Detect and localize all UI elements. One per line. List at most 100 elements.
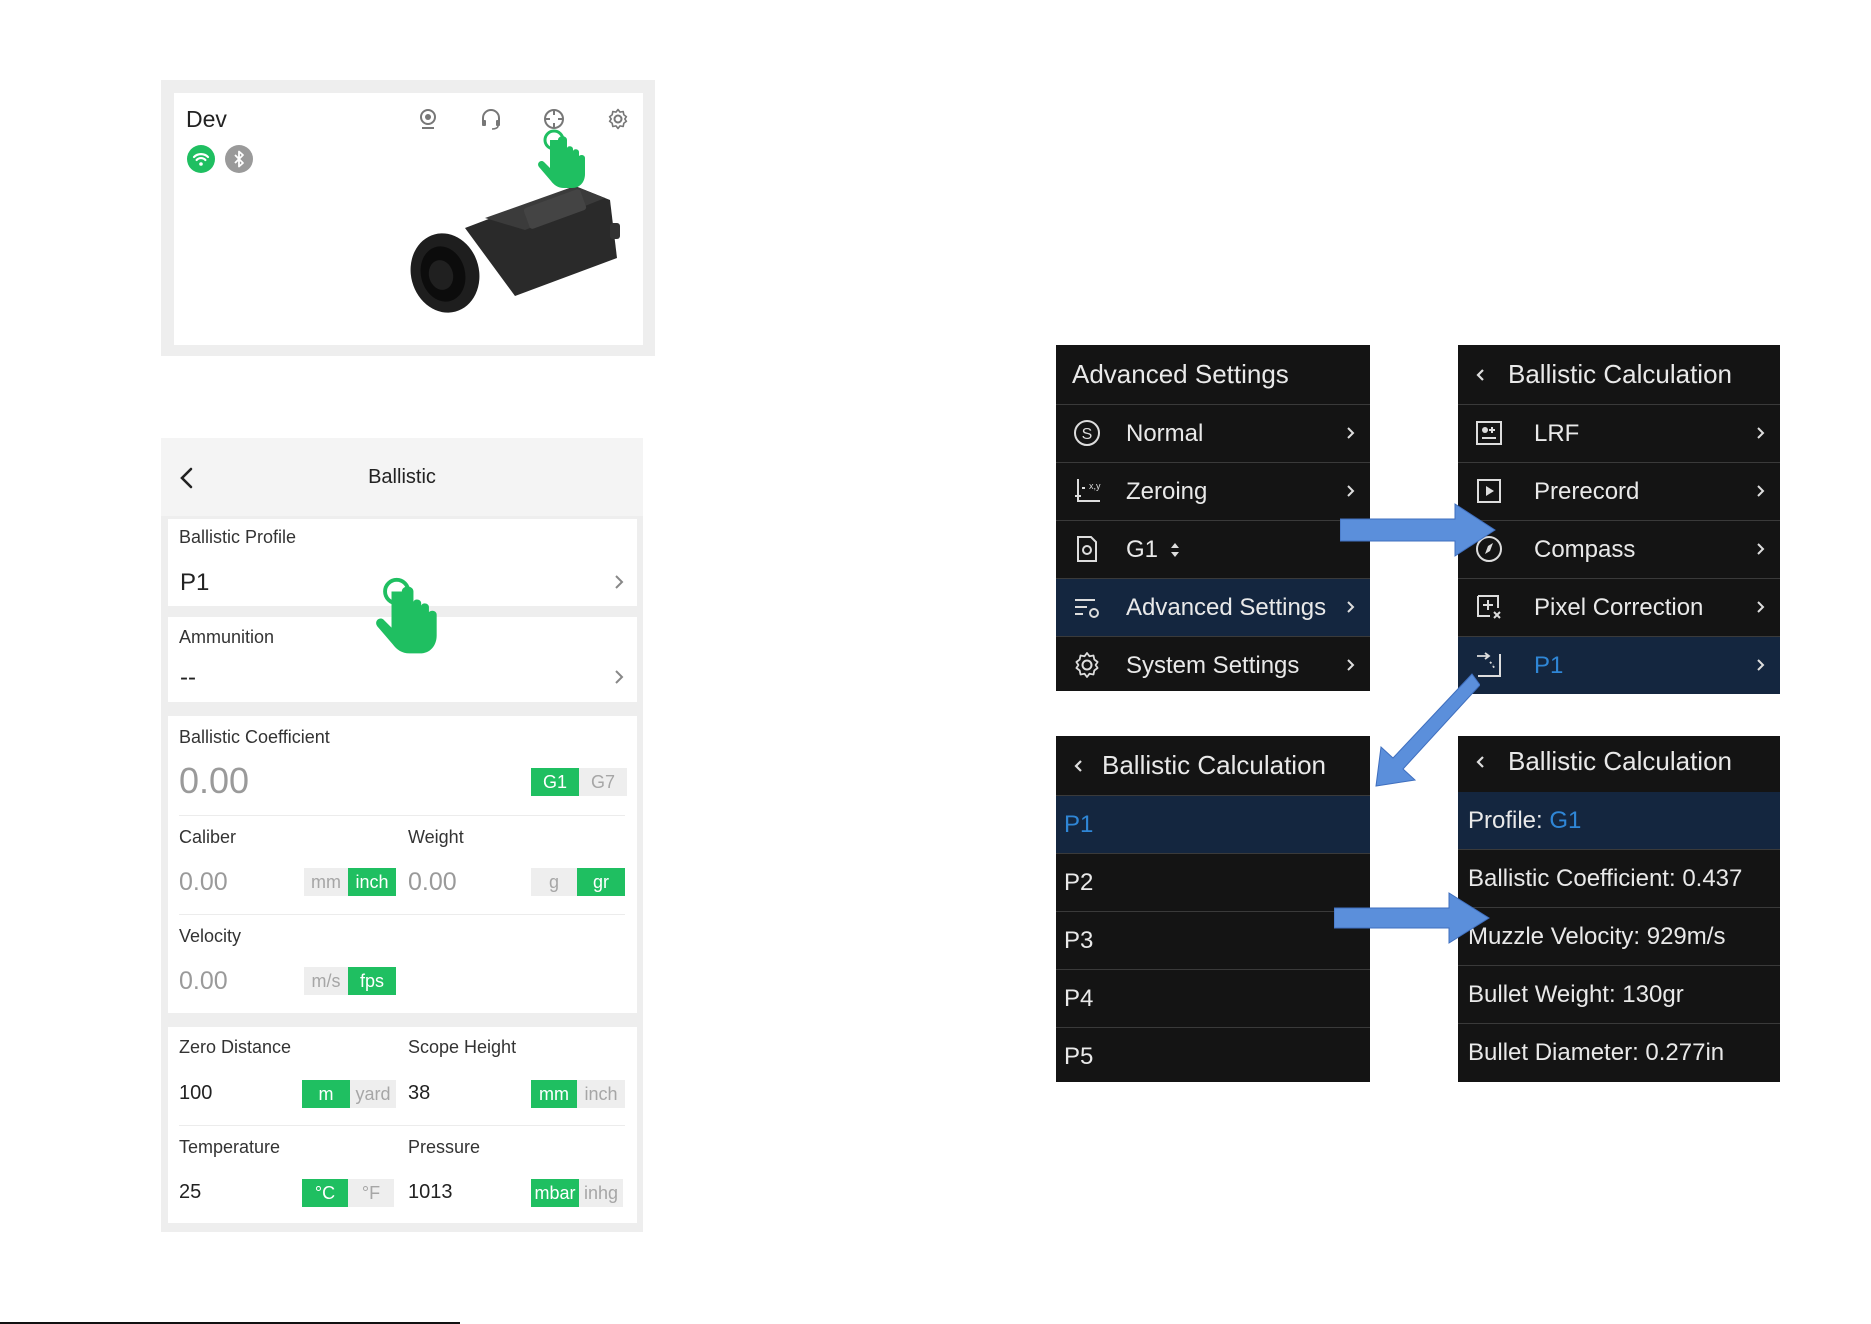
velocity-unit-toggle[interactable]: m/s fps [304, 967, 396, 995]
unit-g[interactable]: g [531, 868, 577, 896]
unit-m[interactable]: m [302, 1080, 350, 1108]
detail-row-weight[interactable]: Bullet Weight: 130gr [1458, 966, 1780, 1024]
menu-item-label: System Settings [1126, 652, 1300, 679]
temperature-unit-toggle[interactable]: °C °F [302, 1179, 394, 1207]
profile-label: P1 [1064, 811, 1094, 838]
unit-g7[interactable]: G7 [579, 768, 627, 796]
detail-line: Bullet Weight: 130gr [1468, 981, 1684, 1008]
file-gear-icon [1072, 534, 1102, 564]
menu-item-g1[interactable]: G1 [1056, 521, 1370, 579]
menu-item-normal[interactable]: S Normal [1056, 405, 1370, 463]
unit-inch[interactable]: inch [348, 868, 396, 896]
caliber-unit-toggle[interactable]: mm inch [304, 868, 396, 896]
velocity-value[interactable]: 0.00 [179, 967, 228, 996]
screen-title: Ballistic Calculation [1102, 750, 1326, 780]
back-chevron-icon[interactable] [1074, 758, 1084, 774]
menu-item-lrf[interactable]: LRF [1458, 405, 1780, 463]
menu-item-label: Zeroing [1126, 478, 1208, 505]
camera-icon[interactable] [416, 107, 440, 131]
screen-title: Ballistic Calculation [1508, 359, 1732, 389]
back-chevron-icon[interactable] [1476, 367, 1486, 383]
pixel-correction-icon [1474, 592, 1504, 622]
headset-icon[interactable] [479, 107, 503, 131]
unit-g1[interactable]: G1 [531, 768, 579, 796]
chevron-right-icon [1346, 656, 1356, 674]
menu-item-label: Pixel Correction [1534, 594, 1704, 621]
chevron-right-icon [1346, 482, 1356, 500]
unit-fahrenheit[interactable]: °F [348, 1179, 394, 1207]
menu-item-pixel-correction[interactable]: Pixel Correction [1458, 579, 1780, 637]
scope-height-value[interactable]: 38 [408, 1082, 430, 1105]
unit-mps[interactable]: m/s [304, 967, 348, 995]
scope-height-label: Scope Height [408, 1037, 517, 1057]
screen-header: Ballistic Calculation [1458, 736, 1780, 796]
menu-item-compass[interactable]: Compass [1458, 521, 1780, 579]
zero-distance-value[interactable]: 100 [179, 1082, 212, 1105]
screen-profiles: Ballistic Calculation P1 P2 P3 P4 P5 [1056, 736, 1370, 1082]
zero-unit-toggle[interactable]: m yard [302, 1080, 396, 1108]
s-circle-icon: S [1072, 418, 1102, 448]
caliber-label: Caliber [179, 827, 237, 847]
profile-prefix: Profile: [1468, 807, 1550, 834]
profile-item-p1[interactable]: P1 [1056, 796, 1370, 854]
unit-fps[interactable]: fps [348, 967, 396, 995]
profile-label: P5 [1064, 1043, 1094, 1070]
chevron-right-icon [1756, 482, 1766, 500]
profile-label: P3 [1064, 927, 1094, 954]
chevron-right-icon [1346, 598, 1356, 616]
detail-row-diameter[interactable]: Bullet Diameter: 0.277in [1458, 1024, 1780, 1081]
sliders-gear-icon [1072, 592, 1102, 622]
menu-item-zeroing[interactable]: x,y Zeroing [1056, 463, 1370, 521]
ammunition-value: -- [180, 664, 196, 691]
profile-item-p4[interactable]: P4 [1056, 970, 1370, 1028]
detail-line: Muzzle Velocity: 929m/s [1468, 923, 1726, 950]
profile-item-p3[interactable]: P3 [1056, 912, 1370, 970]
menu-item-label: LRF [1534, 420, 1580, 447]
detail-row-bc[interactable]: Ballistic Coefficient: 0.437 [1458, 850, 1780, 908]
screen-ballistic-menu: Ballistic Calculation LRF Prerecord Comp… [1458, 345, 1780, 694]
page-title: Ballistic [368, 466, 436, 488]
unit-inhg[interactable]: inhg [579, 1179, 623, 1207]
unit-gr[interactable]: gr [577, 868, 625, 896]
flow-arrow-diagonal [1375, 673, 1480, 787]
unit-mm[interactable]: mm [531, 1080, 577, 1108]
scope-unit-toggle[interactable]: mm inch [531, 1080, 625, 1108]
unit-yard[interactable]: yard [350, 1080, 396, 1108]
bc-value[interactable]: 0.00 [179, 760, 249, 802]
unit-celsius[interactable]: °C [302, 1179, 348, 1207]
ammunition-label: Ammunition [179, 627, 275, 647]
unit-mbar[interactable]: mbar [531, 1179, 579, 1207]
gear-icon[interactable] [606, 107, 630, 131]
menu-item-label: Advanced Settings [1126, 594, 1327, 621]
profile-label: P4 [1064, 985, 1094, 1012]
detail-row-velocity[interactable]: Muzzle Velocity: 929m/s [1458, 908, 1780, 966]
detail-profile-row[interactable]: Profile: G1 [1458, 792, 1780, 850]
rangefinder-icon [1474, 418, 1504, 448]
weight-value[interactable]: 0.00 [408, 868, 457, 897]
caliber-value[interactable]: 0.00 [179, 868, 228, 897]
tap-hand-icon [536, 128, 588, 190]
velocity-label: Velocity [179, 926, 242, 946]
pressure-label: Pressure [408, 1137, 481, 1157]
profile-item-p5[interactable]: P5 [1056, 1028, 1370, 1085]
weight-unit-toggle[interactable]: g gr [531, 868, 625, 896]
bc-label: Ballistic Coefficient [179, 727, 330, 747]
flow-arrow-right-bottom [1334, 892, 1490, 944]
pressure-value[interactable]: 1013 [408, 1181, 453, 1204]
menu-item-p1[interactable]: P1 [1458, 637, 1780, 694]
temperature-value[interactable]: 25 [179, 1181, 201, 1204]
unit-mm[interactable]: mm [304, 868, 348, 896]
profile-item-p2[interactable]: P2 [1056, 854, 1370, 912]
menu-item-label: Compass [1534, 536, 1636, 563]
bc-unit-toggle[interactable]: G1 G7 [531, 768, 627, 796]
pressure-unit-toggle[interactable]: mbar inhg [531, 1179, 623, 1207]
menu-item-prerecord[interactable]: Prerecord [1458, 463, 1780, 521]
menu-item-advanced-settings[interactable]: Advanced Settings [1056, 579, 1370, 637]
screen-title: Advanced Settings [1072, 359, 1289, 389]
menu-item-system-settings[interactable]: System Settings [1056, 637, 1370, 694]
device-name: Dev [186, 106, 227, 132]
screen-advanced-settings: Advanced Settings S Normal x,y Zeroing G… [1056, 345, 1370, 691]
zero-distance-label: Zero Distance [179, 1037, 292, 1057]
unit-inch[interactable]: inch [577, 1080, 625, 1108]
divider [179, 815, 625, 816]
